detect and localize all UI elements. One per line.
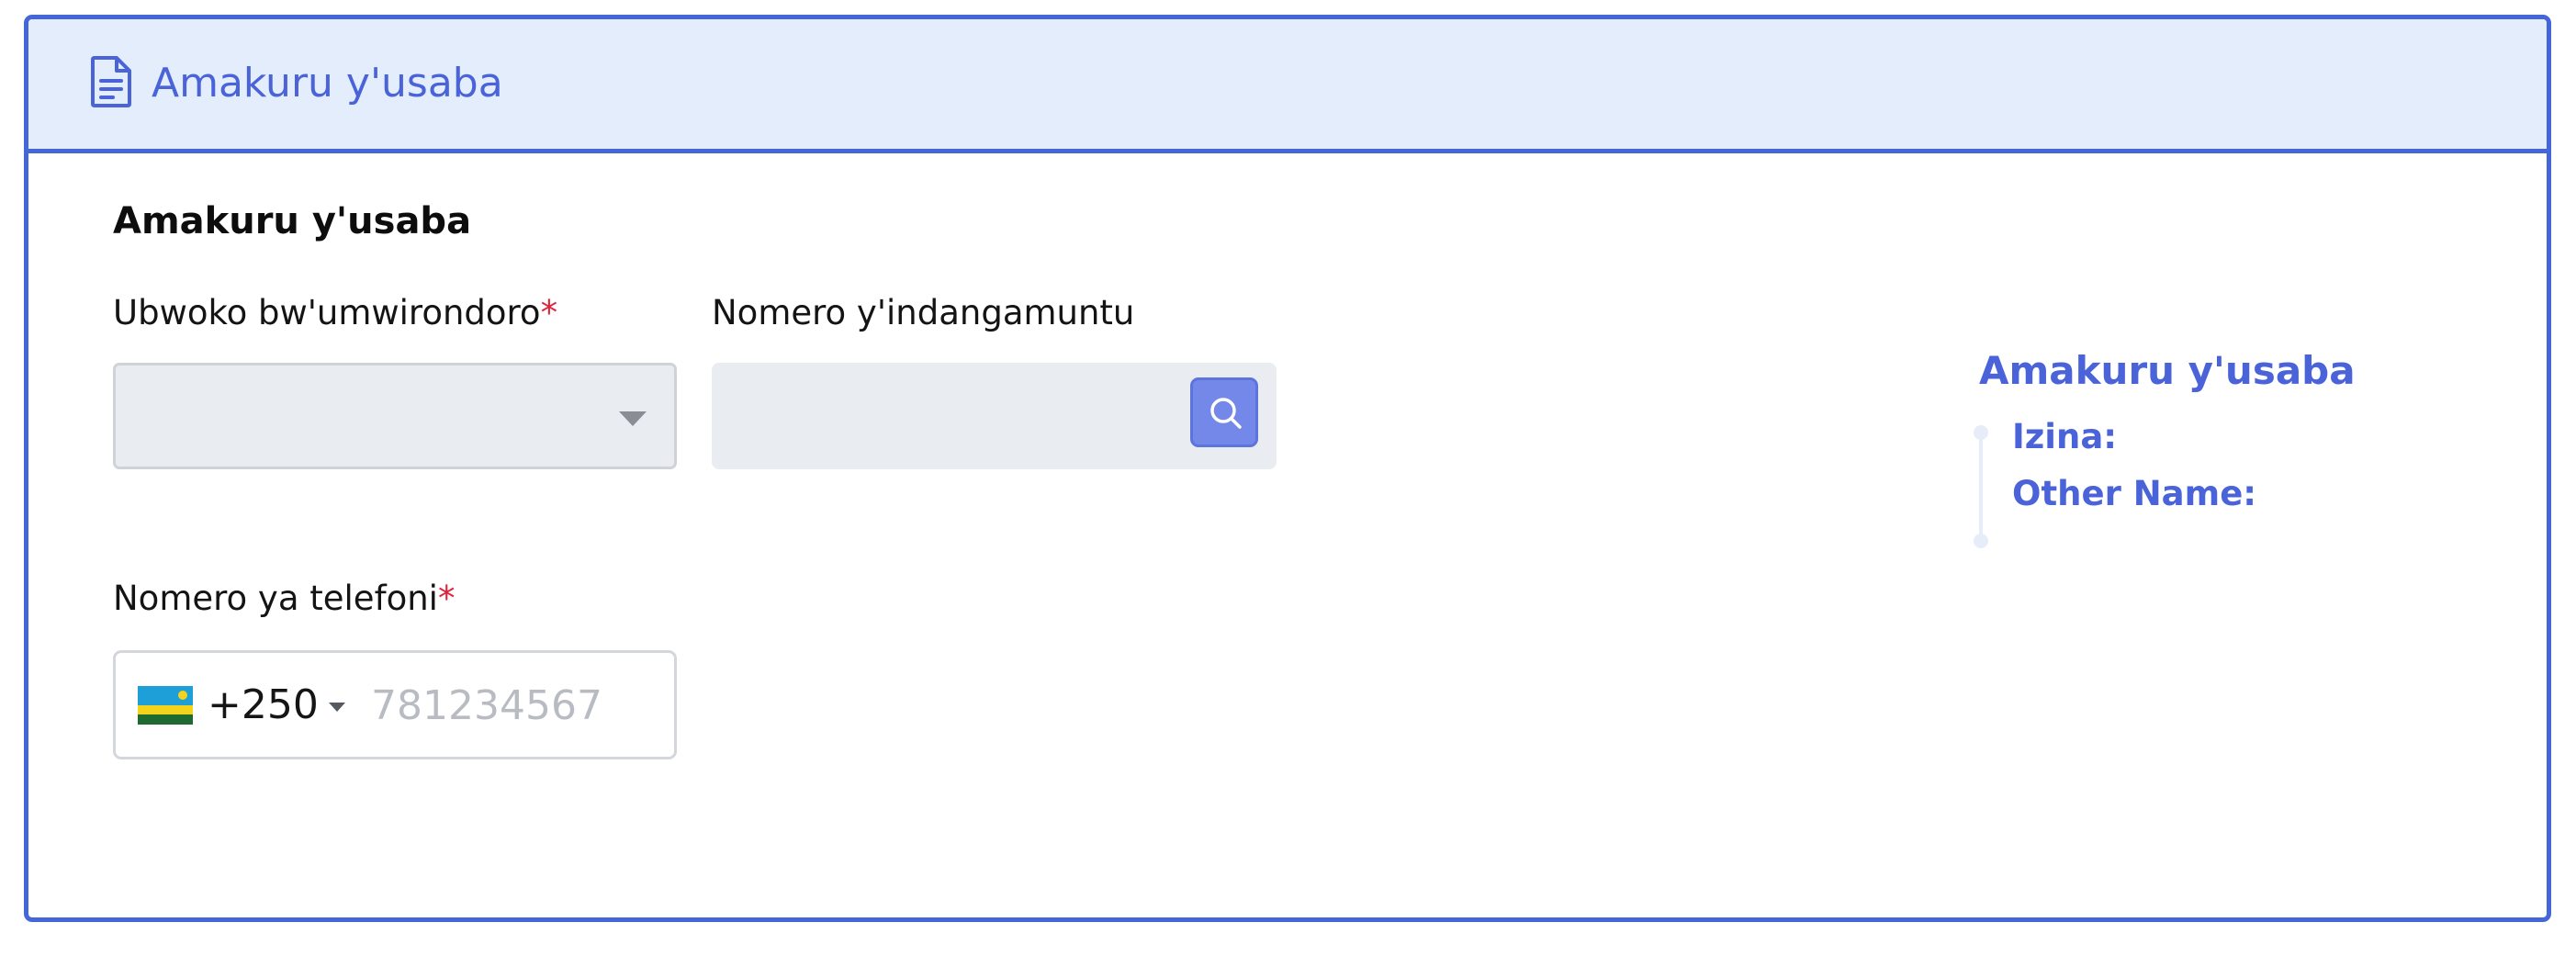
applicant-info-card: Amakuru y'usaba Amakuru y'usaba Ubwoko b…	[24, 15, 2551, 922]
phone-field: +250	[113, 650, 677, 759]
search-button[interactable]	[1190, 377, 1258, 447]
document-icon	[90, 56, 132, 107]
phone-label: Nomero ya telefoni*	[113, 577, 455, 621]
id-type-select[interactable]	[113, 363, 677, 469]
required-mark: *	[540, 293, 558, 332]
caret-down-icon[interactable]	[619, 411, 647, 426]
dial-code[interactable]: +250	[208, 680, 319, 730]
summary-timeline-line	[1979, 433, 1983, 548]
id-type-label: Ubwoko bw'umwirondoro*	[113, 291, 557, 335]
summary-title: Amakuru y'usaba	[1979, 348, 2356, 393]
id-number-input[interactable]	[712, 363, 1189, 469]
section-title: Amakuru y'usaba	[113, 200, 472, 242]
id-number-label: Nomero y'indangamuntu	[712, 291, 1134, 335]
id-number-label-text: Nomero y'indangamuntu	[712, 293, 1135, 332]
summary-item-name: Izina:	[2012, 417, 2118, 456]
card-header-title: Amakuru y'usaba	[152, 60, 503, 107]
search-icon	[1210, 398, 1242, 429]
timeline-dot	[1974, 425, 1988, 440]
required-mark: *	[437, 579, 456, 618]
card-header: Amakuru y'usaba	[28, 19, 2547, 153]
phone-number-input[interactable]	[362, 675, 656, 736]
timeline-dot	[1974, 534, 1988, 548]
rwanda-flag-icon[interactable]	[138, 686, 193, 725]
id-type-label-text: Ubwoko bw'umwirondoro	[113, 293, 541, 332]
caret-down-icon[interactable]	[329, 703, 345, 712]
summary-item-other-name: Other Name:	[2012, 474, 2257, 513]
phone-label-text: Nomero ya telefoni	[113, 579, 438, 618]
id-number-field	[712, 363, 1277, 469]
